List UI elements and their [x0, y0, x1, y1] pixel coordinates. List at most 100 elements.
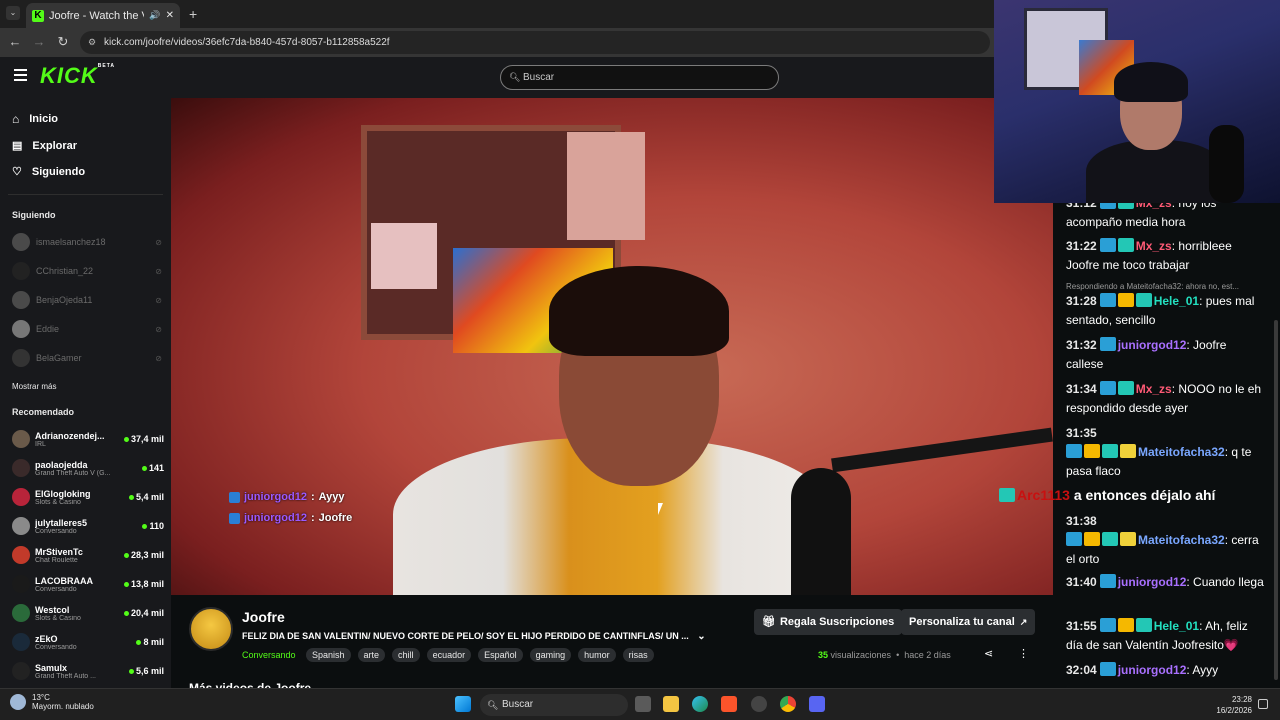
tag[interactable]: chill	[392, 648, 420, 662]
recommended-channel[interactable]: Westcol Slots & Casino 20,4 mil	[12, 600, 164, 626]
taskbar-search[interactable]: 🔍︎ Buscar	[480, 694, 628, 716]
badge-icon	[1084, 444, 1100, 458]
tag[interactable]: risas	[622, 648, 654, 662]
video-player[interactable]: juniorgod12 : Ayyy juniorgod12 : Joofre	[171, 98, 1053, 595]
viewer-count: 37,4 mil	[123, 434, 164, 444]
reload-icon[interactable]: ↻	[55, 34, 71, 50]
video-stats: 35 visualizaciones • hace 2 días	[818, 650, 951, 660]
badge-icon	[1117, 381, 1134, 395]
recommended-channel[interactable]: Samulx Grand Theft Auto ... 5,6 mil	[12, 658, 164, 684]
task-view-icon[interactable]	[635, 696, 651, 712]
followed-channel[interactable]: ismaelsanchez18 ⊘	[12, 232, 162, 252]
tag[interactable]: ecuador	[426, 648, 472, 662]
avatar	[12, 291, 30, 309]
windows-start-icon[interactable]	[455, 696, 471, 712]
search-icon: 🔍︎	[509, 72, 521, 82]
sidebar-item-siguiendo[interactable]: ♡ Siguiendo	[12, 165, 85, 179]
sidebar-item-inicio[interactable]: ⌂ Inicio	[12, 112, 58, 126]
chat-message: 31:34 Mx_zs: NOOO no le eh respondido des…	[1066, 381, 1262, 415]
chat-message: 31:40 juniorgod12: Cuando llega	[1066, 574, 1264, 589]
site-info-icon[interactable]: ⚙	[88, 31, 96, 54]
live-dot-icon	[128, 494, 134, 500]
followed-channel[interactable]: BenjaOjeda11 ⊘	[12, 290, 162, 310]
avatar	[12, 320, 30, 338]
edge-icon[interactable]	[692, 696, 708, 712]
show-more-link[interactable]: Mostrar más	[12, 382, 56, 391]
badge-icon	[1120, 532, 1136, 546]
discord-icon[interactable]	[809, 696, 825, 712]
gift-subs-button[interactable]: 🎁︎ Regala Suscripciones	[754, 609, 903, 635]
badge-icon	[1102, 532, 1118, 546]
recommended-channel[interactable]: ElGlogloking Slots & Casino 5,4 mil	[12, 484, 164, 510]
chat-message: 31:22 Mx_zs: horribleee Joofre me toco tr…	[1066, 238, 1232, 272]
recommended-channel[interactable]: zEkO Conversando 8 mil	[12, 629, 164, 655]
recommended-title: Recomendado	[12, 407, 75, 417]
followed-channel[interactable]: CChristian_22 ⊘	[12, 261, 162, 281]
followed-channel[interactable]: Eddie ⊘	[12, 319, 162, 339]
avatar	[12, 349, 30, 367]
compass-icon: ▤	[12, 140, 23, 152]
search-input[interactable]: 🔍︎ Buscar	[500, 65, 779, 90]
share-icon[interactable]: ⋖	[984, 647, 993, 660]
sidebar-item-explorar[interactable]: ▤ Explorar	[12, 139, 77, 153]
customize-channel-button[interactable]: Personaliza tu canal ↗	[901, 609, 1036, 635]
offline-icon: ⊘	[155, 237, 162, 247]
avatar	[12, 233, 30, 251]
badge-icon	[999, 488, 1015, 502]
recommended-channel[interactable]: Adrianozendej... IRL 37,4 mil	[12, 426, 164, 452]
chat-scrollbar[interactable]	[1274, 320, 1278, 680]
notification-icon[interactable]	[1258, 699, 1268, 709]
viewer-count: 5,4 mil	[128, 492, 164, 502]
channel-avatar[interactable]	[189, 607, 233, 651]
recommended-channel[interactable]: paolaojedda Grand Theft Auto V (G... 141	[12, 455, 164, 481]
live-dot-icon	[123, 436, 129, 442]
badge-icon	[1135, 618, 1152, 632]
channel-name[interactable]: Joofre	[242, 609, 285, 625]
tag[interactable]: humor	[578, 648, 616, 662]
tag[interactable]: Español	[478, 648, 523, 662]
streamer-hair-image	[549, 266, 729, 356]
tab-list-button[interactable]: ⌄	[6, 6, 20, 20]
more-options-icon[interactable]: ⋮	[1018, 647, 1029, 660]
search-icon: 🔍︎	[487, 700, 499, 710]
new-tab-button[interactable]: +	[189, 6, 197, 22]
video-title: FELIZ DIA DE SAN VALENTIN/ NUEVO CORTE D…	[242, 631, 706, 642]
badge-icon	[1117, 238, 1134, 252]
chevron-down-icon[interactable]: ⌄	[697, 631, 705, 642]
recommended-channel[interactable]: LACOBRAAA Conversando 13,8 mil	[12, 571, 164, 597]
back-icon[interactable]: ←	[7, 34, 23, 49]
badge-icon	[1099, 337, 1116, 351]
url-field[interactable]: ⚙ kick.com/joofre/videos/36efc7da-b840-4…	[80, 31, 990, 54]
badge-icon	[1117, 618, 1134, 632]
home-icon: ⌂	[12, 112, 20, 126]
badge-icon	[1135, 293, 1152, 307]
divider	[8, 194, 163, 195]
badge-icon	[1066, 444, 1082, 458]
brave-icon[interactable]	[721, 696, 737, 712]
viewer-count: 110	[142, 521, 164, 531]
close-tab-icon[interactable]: ✕	[166, 10, 174, 21]
tag[interactable]: gaming	[529, 648, 572, 662]
recommended-channel[interactable]: julytalleres5 Conversando 110	[12, 513, 164, 539]
browser-tab[interactable]: K Joofre - Watch the VOD on 🔊 ✕	[26, 3, 180, 28]
heart-icon: ♡	[12, 166, 22, 178]
category-link[interactable]: Conversando	[242, 650, 296, 660]
app-icon[interactable]	[751, 696, 767, 712]
overlay-chat-message: juniorgod12 : Ayyy	[229, 491, 345, 503]
avatar	[12, 459, 30, 477]
badge-icon	[1066, 532, 1082, 546]
kick-logo[interactable]: KICKBETA	[40, 63, 115, 89]
menu-icon[interactable]	[14, 69, 27, 81]
weather-widget[interactable]: 13°C Mayorm. nublado	[10, 693, 94, 711]
recommended-channel[interactable]: MrStivenTc Chat Roulette 28,3 mil	[12, 542, 164, 568]
tag[interactable]: arte	[357, 648, 386, 662]
tag[interactable]: Spanish	[306, 648, 351, 662]
badge-icon	[1102, 444, 1118, 458]
system-clock[interactable]: 23:28 16/2/2026	[1200, 694, 1252, 716]
avatar	[12, 604, 30, 622]
file-explorer-icon[interactable]	[663, 696, 679, 712]
chat-message: 31:55 Hele_01: Ah, feliz día de san Valen…	[1066, 618, 1248, 652]
chrome-icon[interactable]	[780, 696, 796, 712]
followed-channel[interactable]: BelaGamer ⊘	[12, 348, 162, 368]
forward-icon[interactable]: →	[31, 34, 47, 49]
